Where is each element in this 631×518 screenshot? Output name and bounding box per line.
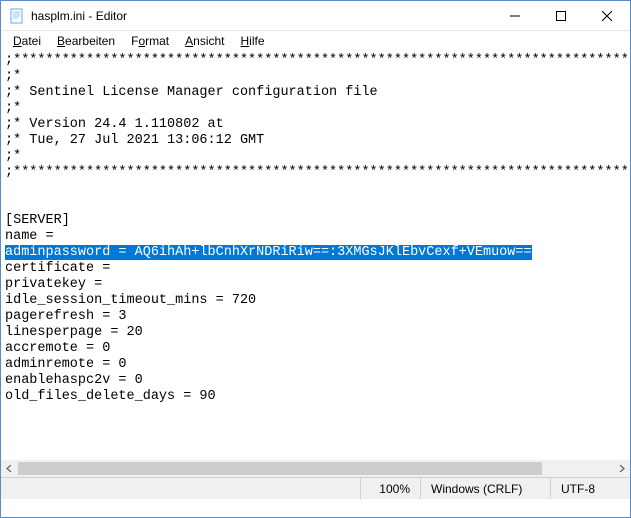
- selected-text[interactable]: adminpassword = AQ6ihAh+lbCnhXrNDRiRiw==…: [5, 245, 532, 260]
- scroll-track[interactable]: [18, 460, 613, 477]
- editor-content[interactable]: ;***************************************…: [1, 51, 630, 407]
- window-title: hasplm.ini - Editor: [31, 9, 492, 23]
- horizontal-scrollbar[interactable]: [1, 460, 630, 477]
- status-line-ending: Windows (CRLF): [420, 478, 550, 499]
- minimize-button[interactable]: [492, 1, 538, 30]
- menu-view[interactable]: Ansicht: [177, 33, 232, 49]
- scroll-thumb[interactable]: [18, 462, 542, 475]
- window-controls: [492, 1, 630, 30]
- app-icon: [9, 8, 25, 24]
- titlebar: hasplm.ini - Editor: [1, 1, 630, 31]
- menubar: Datei Bearbeiten Format Ansicht Hilfe: [1, 31, 630, 51]
- menu-file[interactable]: Datei: [5, 33, 49, 49]
- maximize-button[interactable]: [538, 1, 584, 30]
- status-encoding: UTF-8: [550, 478, 630, 499]
- menu-edit[interactable]: Bearbeiten: [49, 33, 123, 49]
- status-spacer: [1, 478, 360, 499]
- statusbar: 100% Windows (CRLF) UTF-8: [1, 477, 630, 499]
- editor-area[interactable]: ;***************************************…: [1, 51, 630, 477]
- menu-help[interactable]: Hilfe: [233, 33, 273, 49]
- menu-format[interactable]: Format: [123, 33, 177, 49]
- close-button[interactable]: [584, 1, 630, 30]
- scroll-right-button[interactable]: [613, 460, 630, 477]
- scroll-left-button[interactable]: [1, 460, 18, 477]
- status-zoom[interactable]: 100%: [360, 478, 420, 499]
